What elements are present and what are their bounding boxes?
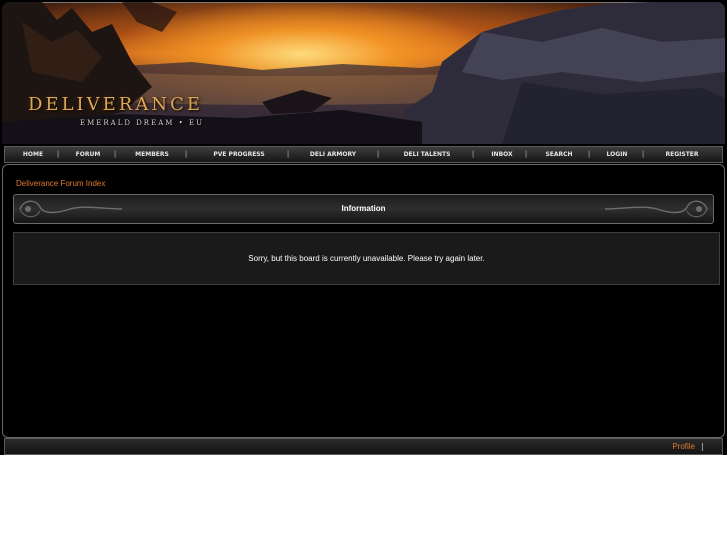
site-tagline: EMERALD DREAM • EU: [80, 119, 205, 127]
unavailable-message: Sorry, but this board is currently unava…: [248, 254, 485, 263]
main-panel: Deliverance Forum Index Information Sorr…: [2, 164, 725, 438]
site-logo: DELIVERANCE: [28, 94, 203, 115]
main-nav: HOME | FORUM | MEMBERS | PVE PROGRESS | …: [4, 146, 723, 163]
nav-members[interactable]: MEMBERS: [135, 147, 169, 162]
nav-search[interactable]: SEARCH: [545, 147, 572, 162]
nav-pve-progress[interactable]: PVE PROGRESS: [213, 147, 264, 162]
nav-separator: |: [286, 150, 290, 158]
nav-inbox[interactable]: INBOX: [491, 147, 512, 162]
nav-forum[interactable]: FORUM: [76, 147, 101, 162]
nav-separator: |: [641, 150, 645, 158]
breadcrumb-forum-index[interactable]: Deliverance Forum Index: [16, 179, 105, 188]
information-header: Information: [13, 194, 714, 224]
nav-login[interactable]: LOGIN: [607, 147, 628, 162]
nav-separator: |: [524, 150, 528, 158]
nav-separator: |: [184, 150, 188, 158]
nav-deli-armory[interactable]: DELI ARMORY: [310, 147, 356, 162]
nav-separator: |: [587, 150, 591, 158]
nav-separator: |: [471, 150, 475, 158]
profile-link[interactable]: Profile: [672, 439, 695, 454]
nav-home[interactable]: HOME: [23, 147, 43, 162]
information-title: Information: [341, 204, 386, 213]
information-message-box: Sorry, but this board is currently unava…: [13, 232, 720, 285]
nav-separator: |: [113, 150, 117, 158]
nav-separator: |: [376, 150, 380, 158]
page: DELIVERANCE EMERALD DREAM • EU HOME | FO…: [0, 0, 727, 455]
nav-register[interactable]: REGISTER: [665, 147, 698, 162]
nav-separator: |: [56, 150, 60, 158]
header-banner: DELIVERANCE EMERALD DREAM • EU: [2, 2, 725, 144]
footer-separator: |: [701, 442, 704, 451]
footer-bar: Profile |: [4, 438, 723, 455]
nav-deli-talents[interactable]: DELI TALENTS: [404, 147, 451, 162]
